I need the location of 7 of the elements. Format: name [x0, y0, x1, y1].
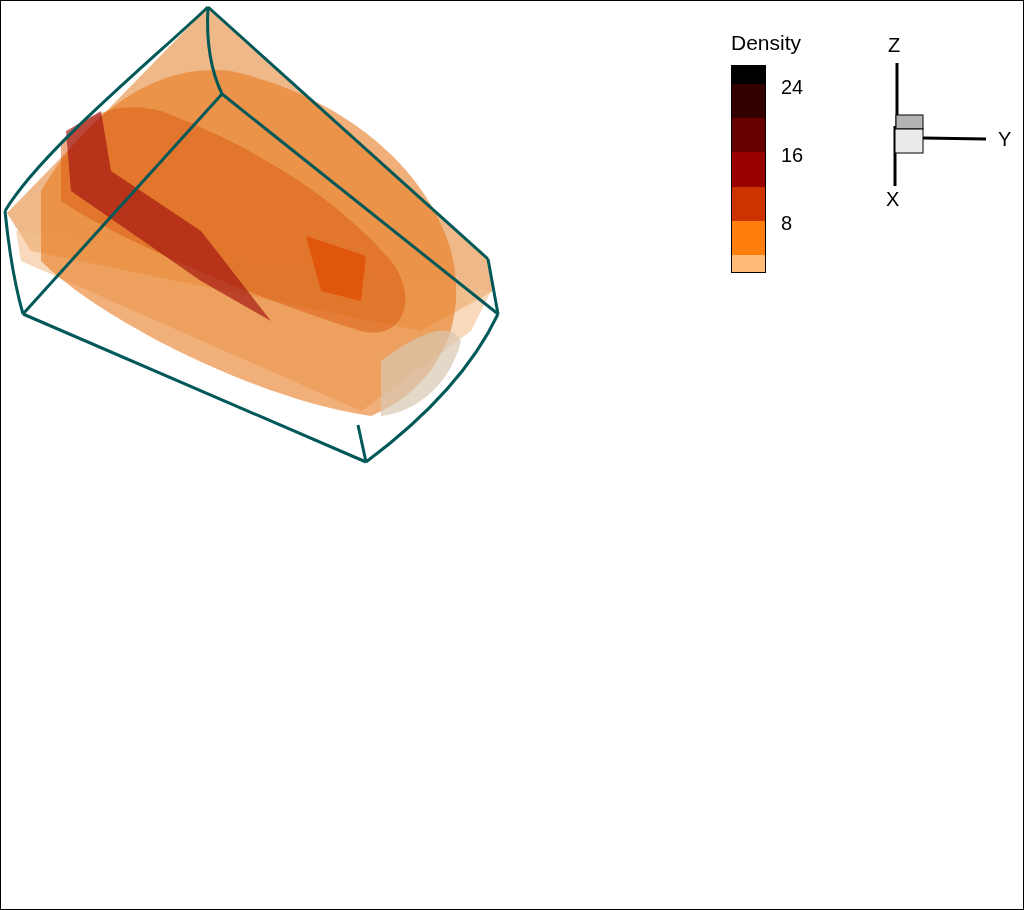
axis-label: Y — [998, 128, 1012, 150]
axis-label: Z — [888, 34, 901, 56]
legend-title: Density — [731, 31, 802, 55]
legend-label: 8 — [781, 212, 793, 234]
axis-label: X — [886, 188, 900, 210]
legend-label: 16 — [781, 144, 804, 166]
legend-label: 24 — [781, 76, 804, 98]
